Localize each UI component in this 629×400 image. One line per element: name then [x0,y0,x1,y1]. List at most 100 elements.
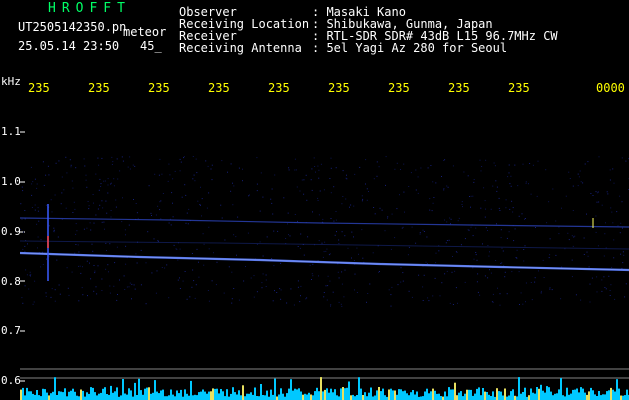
baseline-bar [410,392,412,400]
noise-speck [36,183,38,185]
baseline-bar [568,394,570,400]
noise-speck [545,169,547,171]
baseline-bar [424,391,426,400]
noise-speck [192,269,194,271]
noise-speck [342,170,344,172]
baseline-bar [358,377,360,400]
baseline-bar [478,387,480,400]
noise-speck [514,228,516,230]
noise-speck [365,159,367,161]
baseline-bar [546,386,548,400]
noise-speck [223,292,225,294]
noise-speck [98,164,100,166]
noise-speck [270,198,272,200]
baseline-bar [302,394,304,400]
noise-speck [335,211,337,212]
baseline-bar [100,392,102,400]
noise-speck [485,227,487,229]
noise-speck [341,283,343,285]
noise-speck [431,210,433,212]
noise-speck [452,165,454,167]
noise-speck [376,175,378,177]
noise-speck [150,212,152,214]
noise-speck [43,184,45,186]
noise-speck [123,275,125,277]
noise-speck [419,233,421,235]
baseline-bar [548,387,550,400]
noise-speck [463,171,465,173]
noise-speck [499,293,501,295]
baseline-bar [538,388,540,400]
noise-speck [129,168,131,170]
baseline-bar [60,391,62,400]
noise-speck [322,256,324,258]
noise-speck [109,243,111,245]
baseline-bar [314,391,316,400]
noise-speck [245,266,246,267]
noise-speck [589,301,591,303]
noise-speck [567,232,569,234]
noise-speck [379,207,381,209]
noise-speck [464,238,466,240]
baseline-bar [520,393,522,400]
baseline-bar [212,388,214,400]
time-tick: 235 [448,81,470,95]
noise-speck [83,158,85,160]
noise-speck [297,246,299,247]
noise-speck [124,229,126,231]
noise-speck [100,186,102,187]
baseline-bar [570,393,572,400]
noise-speck [452,304,454,305]
baseline-bar [436,393,438,400]
noise-speck [68,294,70,296]
baseline-bar [310,394,312,400]
baseline-bar [82,390,84,400]
baseline-bar [128,388,130,400]
noise-speck [415,169,417,171]
baseline-bar [240,395,242,400]
noise-speck [31,183,33,185]
noise-speck [318,214,320,216]
baseline-bar [286,393,288,400]
noise-speck [444,159,446,161]
noise-speck [261,282,263,284]
noise-speck [368,191,369,192]
noise-speck [259,241,261,243]
noise-speck [179,158,181,160]
noise-speck [373,207,375,208]
noise-speck [110,216,112,218]
baseline-bar [604,394,606,400]
noise-speck [154,173,156,175]
noise-speck [342,196,344,197]
noise-speck [613,257,615,259]
baseline-bar [450,389,452,400]
noise-speck [365,183,366,185]
noise-speck [401,227,403,229]
noise-speck [309,264,311,266]
noise-speck [106,212,108,214]
noise-speck [186,212,188,214]
noise-speck [96,293,98,295]
noise-speck [104,180,106,182]
noise-speck [477,291,479,293]
baseline-bar [406,393,408,400]
noise-speck [51,288,53,290]
noise-speck [572,210,574,211]
noise-speck [72,212,74,213]
noise-speck [101,200,103,202]
noise-speck [102,207,104,209]
noise-speck [231,298,233,300]
noise-speck [399,194,400,196]
noise-speck [168,163,170,165]
noise-speck [42,264,44,265]
noise-speck [208,300,210,302]
noise-speck [260,172,262,174]
noise-speck [97,208,99,210]
noise-speck [408,290,410,292]
noise-speck [54,289,56,291]
time-tick: 235 [268,81,290,95]
baseline-bar [394,390,396,400]
noise-speck [265,279,267,281]
baseline-bar [536,387,538,400]
noise-speck [307,236,309,238]
